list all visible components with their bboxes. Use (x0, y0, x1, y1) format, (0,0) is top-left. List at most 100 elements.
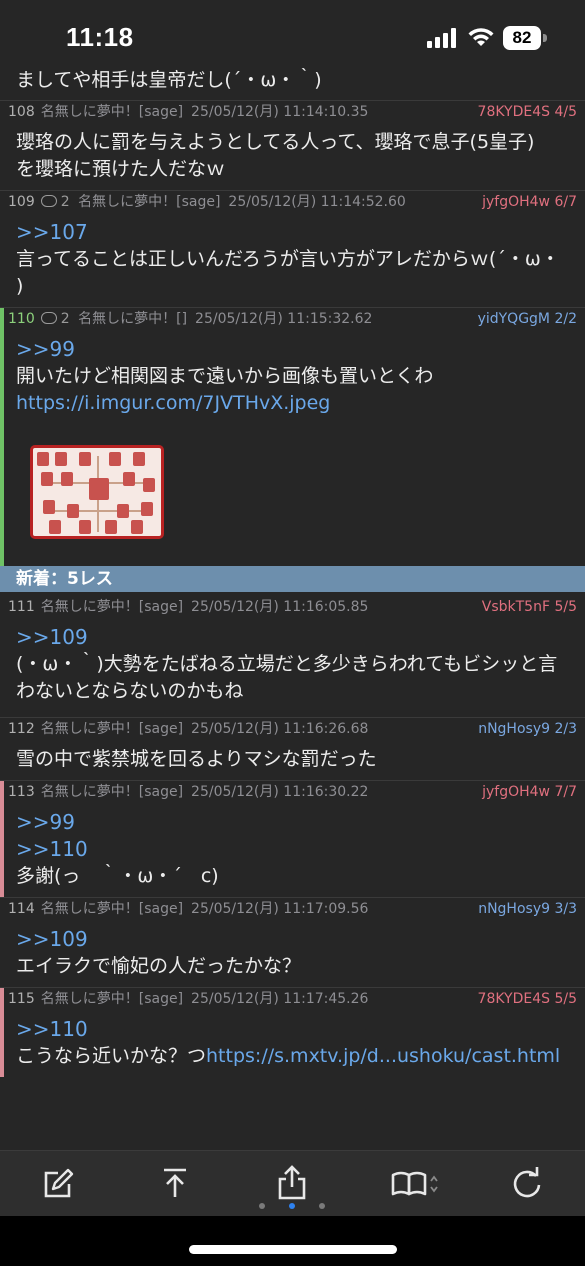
post-author: 名無しに夢中！[sage] (40, 721, 184, 737)
post-id[interactable]: 78KYDE4S 4/5 (478, 101, 577, 123)
post-text-line: エイラクで愉妃の人だったかな？ (16, 955, 302, 977)
post-text-line: 瓔珞の人に罰を与えようとしてる人って、瓔珞で息子(5皇子) (16, 131, 535, 153)
post-id[interactable]: nNgHosy9 2/3 (478, 718, 577, 740)
post-author: 名無しに夢中！[sage] (40, 104, 184, 120)
portrait-thumb (133, 452, 145, 466)
post-number[interactable]: 112 (8, 721, 35, 737)
post-header: 109 2 名無しに夢中！[sage] 25/05/12(月) 11:14:52.6… (8, 191, 577, 213)
battery-tip (543, 34, 547, 42)
post-number[interactable]: 111 (8, 599, 35, 615)
previous-post-text: ましてや相手は皇帝だし(´・ω・｀) (16, 69, 322, 91)
cast-page-link[interactable]: https://s.mxtv.jp/d...ushoku/cast.html (206, 1045, 560, 1067)
portrait-thumb (141, 502, 153, 516)
page-indicator[interactable] (0, 1203, 585, 1211)
compose-icon[interactable] (38, 1163, 78, 1203)
post-body: >>99 >>110 多謝(っ ｀・ω・´ c) (16, 803, 577, 898)
reply-anchor-link[interactable]: >>109 (16, 926, 577, 953)
chart-connector (43, 510, 153, 512)
thread-view[interactable]: ましてや相手は皇帝だし(´・ω・｀) 108 名無しに夢中！[sage] 25/05… (0, 62, 585, 1077)
post-body: 瓔珞の人に罰を与えようとしてる人って、瓔珞で息子(5皇子) を瓔珞に預けた人だな… (16, 123, 577, 191)
post-date: 25/05/12(月) 11:16:05.85 (191, 599, 369, 615)
portrait-thumb (105, 520, 117, 534)
reply-anchor-link[interactable]: >>107 (16, 219, 577, 246)
post-text-line: (・ω・｀)大勢をたばねる立場だと多少きらわれてもビシッと言 (16, 653, 558, 675)
post-header: 112 名無しに夢中！[sage] 25/05/12(月) 11:16:26.68 … (8, 718, 577, 740)
post-111[interactable]: 111 名無しに夢中！[sage] 25/05/12(月) 11:16:05.85 … (0, 596, 585, 717)
post-header: 115 名無しに夢中！[sage] 25/05/12(月) 11:17:45.26 … (8, 988, 577, 1010)
post-author: 名無しに夢中！[sage] (40, 991, 184, 1007)
post-header: 111 名無しに夢中！[sage] 25/05/12(月) 11:16:05.85 … (8, 596, 577, 618)
portrait-thumb (67, 504, 79, 518)
post-text-line: 雪の中で紫禁城を回るよりマシな罰だった (16, 748, 377, 770)
post-body: >>110 こうなら近いかな？つhttps://s.mxtv.jp/d...us… (16, 1010, 577, 1078)
status-bar: 11:18 82 (0, 0, 585, 70)
post-text-line: 多謝(っ ｀・ω・´ c) (16, 865, 219, 887)
portrait-thumb (131, 520, 143, 534)
post-id[interactable]: jyfgOH4w 7/7 (482, 781, 577, 803)
post-body: >>109 エイラクで愉妃の人だったかな？ (16, 920, 577, 988)
post-number[interactable]: 113 (8, 784, 35, 800)
post-date: 25/05/12(月) 11:17:09.56 (191, 901, 369, 917)
reply-count-badge[interactable]: 2 (40, 191, 70, 213)
post-number[interactable]: 109 (8, 194, 35, 210)
share-icon[interactable] (272, 1163, 312, 1203)
post-110[interactable]: 110 2 名無しに夢中！[] 25/05/12(月) 11:15:32.62 yi… (0, 307, 585, 566)
post-header: 108 名無しに夢中！[sage] 25/05/12(月) 11:14:10.35 … (8, 101, 577, 123)
post-id[interactable]: yidYQGgM 2/2 (478, 308, 577, 330)
post-date: 25/05/12(月) 11:14:10.35 (191, 104, 369, 120)
page-dot[interactable] (259, 1203, 265, 1209)
post-id[interactable]: 78KYDE4S 5/5 (478, 988, 577, 1010)
speech-bubble-icon (40, 195, 57, 207)
image-url-link[interactable]: https://i.imgur.com/7JVTHvX.jpeg (16, 390, 577, 417)
post-date: 25/05/12(月) 11:14:52.60 (228, 194, 406, 210)
post-id[interactable]: VsbkT5nF 5/5 (482, 596, 577, 618)
portrait-thumb (123, 472, 135, 486)
battery-indicator: 82 (503, 26, 547, 50)
portrait-thumb (79, 520, 91, 534)
status-time: 11:18 (66, 22, 134, 52)
post-113[interactable]: 113 名無しに夢中！[sage] 25/05/12(月) 11:16:30.22 … (0, 780, 585, 897)
post-header: 114 名無しに夢中！[sage] 25/05/12(月) 11:17:09.56 … (8, 898, 577, 920)
post-115[interactable]: 115 名無しに夢中！[sage] 25/05/12(月) 11:17:45.26 … (0, 987, 585, 1077)
page-dot[interactable] (319, 1203, 325, 1209)
portrait-thumb (109, 452, 121, 466)
post-date: 25/05/12(月) 11:16:30.22 (191, 784, 369, 800)
portrait-thumb (41, 472, 53, 486)
post-109[interactable]: 109 2 名無しに夢中！[sage] 25/05/12(月) 11:14:52.6… (0, 190, 585, 307)
post-number[interactable]: 108 (8, 104, 35, 120)
post-id[interactable]: jyfgOH4w 6/7 (482, 191, 577, 213)
post-body: >>99 開いたけど相関図まで遠いから画像も置いとくわ https://i.im… (16, 330, 577, 573)
post-text-line: 開いたけど相関図まで遠いから画像も置いとくわ (16, 365, 434, 387)
reply-count-badge[interactable]: 2 (40, 308, 70, 330)
post-body: 雪の中で紫禁城を回るよりマシな罰だった (16, 740, 577, 781)
bookmarks-icon[interactable] (390, 1163, 442, 1203)
reply-anchor-link[interactable]: >>110 (16, 836, 577, 863)
post-author: 名無しに夢中！[sage] (40, 901, 184, 917)
post-number[interactable]: 110 (8, 311, 35, 327)
post-author: 名無しに夢中！[] (78, 311, 188, 327)
home-indicator[interactable] (189, 1245, 397, 1254)
reply-anchor-link[interactable]: >>110 (16, 1016, 577, 1043)
post-text-line: を瓔珞に預けた人だなｗ (16, 158, 226, 180)
post-number[interactable]: 114 (8, 901, 35, 917)
reload-icon[interactable] (507, 1163, 547, 1203)
post-number[interactable]: 115 (8, 991, 35, 1007)
post-text-line: わないとならないのかもね (16, 680, 244, 702)
post-author: 名無しに夢中！[sage] (40, 784, 184, 800)
post-114[interactable]: 114 名無しに夢中！[sage] 25/05/12(月) 11:17:09.56 … (0, 897, 585, 987)
post-header: 110 2 名無しに夢中！[] 25/05/12(月) 11:15:32.62 yi… (8, 308, 577, 330)
scroll-top-icon[interactable] (155, 1163, 195, 1203)
post-id[interactable]: nNgHosy9 3/3 (478, 898, 577, 920)
post-body: >>107 言ってることは正しいんだろうが言い方がアレだからｗ(´・ω・ ) (16, 213, 577, 308)
portrait-thumb (89, 478, 109, 500)
wifi-icon (468, 28, 494, 46)
reply-anchor-link[interactable]: >>99 (16, 336, 577, 363)
reply-anchor-link[interactable]: >>109 (16, 624, 577, 651)
image-thumbnail[interactable] (30, 445, 164, 539)
page-dot-active[interactable] (289, 1203, 295, 1209)
portrait-thumb (37, 452, 49, 466)
post-112[interactable]: 112 名無しに夢中！[sage] 25/05/12(月) 11:16:26.68 … (0, 717, 585, 780)
reply-anchor-link[interactable]: >>99 (16, 809, 577, 836)
speech-bubble-icon (40, 312, 57, 324)
post-108[interactable]: 108 名無しに夢中！[sage] 25/05/12(月) 11:14:10.35 … (0, 100, 585, 190)
